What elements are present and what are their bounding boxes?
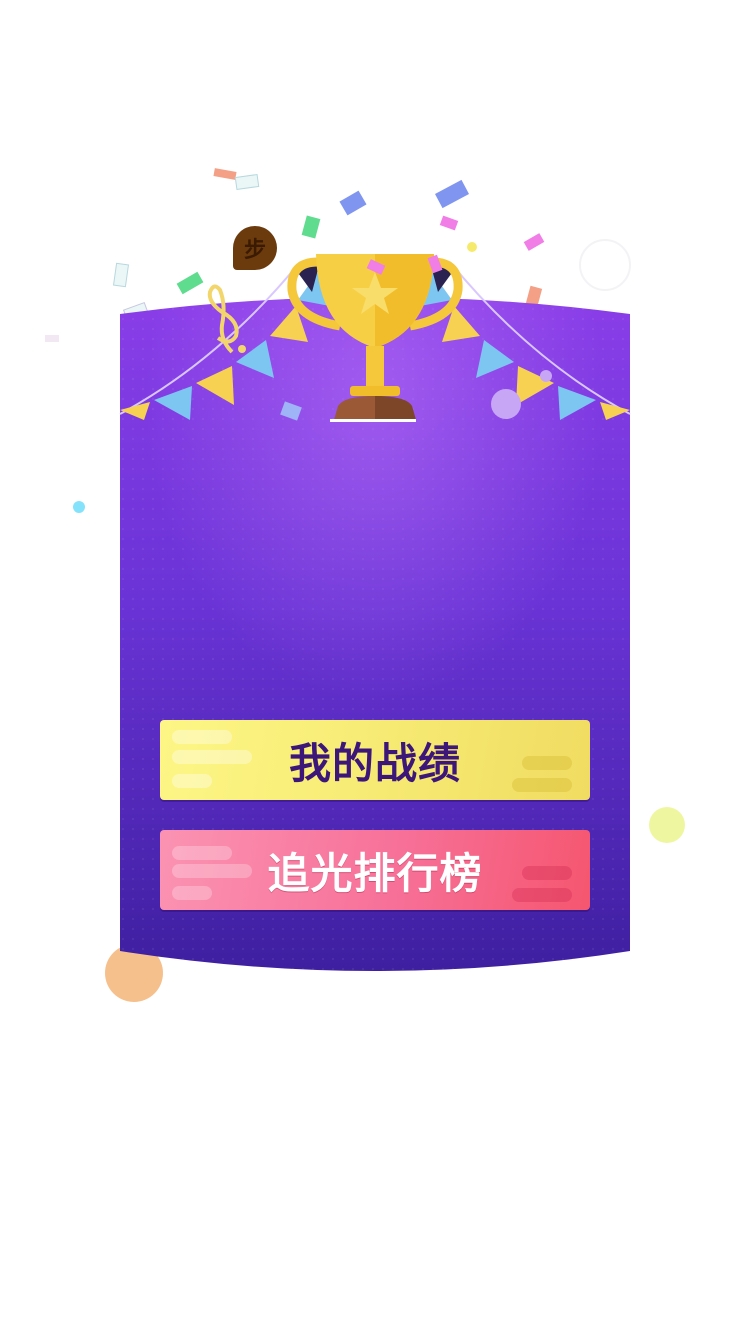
confetti-piece [280,401,302,421]
button-stripe-decoration [522,756,572,770]
button-stripe-decoration [172,886,212,900]
my-record-label: 我的战绩 [288,738,461,788]
celebration-header [119,254,631,422]
button-stripe-decoration [522,866,572,880]
button-stripe-decoration [172,864,252,878]
bubble-decoration [649,807,685,843]
button-stripe-decoration [512,778,572,792]
treble-clef-icon [207,284,246,354]
button-stripe-decoration [172,750,252,764]
my-record-button[interactable]: 我的战绩 [160,720,590,800]
bubble-decoration [540,370,552,382]
badge-text: 步 [243,238,266,263]
button-stripe-decoration [172,774,212,788]
bubble-decoration [73,501,85,513]
button-stripe-decoration [172,846,232,860]
bubble-decoration [491,389,521,419]
button-stripe-decoration [512,888,572,902]
leaderboard-button[interactable]: 追光排行榜 [160,830,590,910]
game-result-screen: 步 我的战绩 追光排行榜 [0,0,750,1334]
step-badge-icon: 步 [233,226,277,270]
leaderboard-label: 追光排行榜 [267,848,483,898]
button-stripe-decoration [172,730,232,744]
